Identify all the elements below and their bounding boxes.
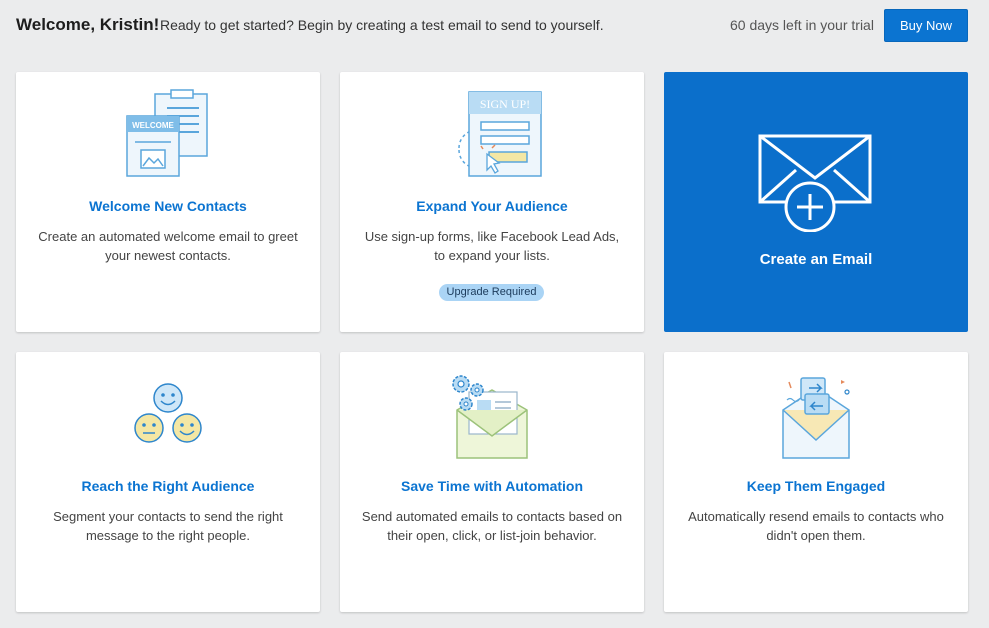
welcome-heading: Welcome, Kristin!	[16, 15, 160, 34]
card-save-time-with-automation[interactable]: Save Time with Automation Send automated…	[340, 352, 644, 612]
resend-envelope-icon	[664, 366, 968, 476]
card-reach-the-right-audience[interactable]: Reach the Right Audience Segment your co…	[16, 352, 320, 612]
card-description: Send automated emails to contacts based …	[361, 509, 623, 543]
card-title[interactable]: Keep Them Engaged	[664, 478, 968, 494]
card-title[interactable]: Reach the Right Audience	[16, 478, 320, 494]
card-title[interactable]: Save Time with Automation	[340, 478, 644, 494]
card-welcome-new-contacts[interactable]: WELCOME Welcome New Contacts Create an a…	[16, 72, 320, 332]
card-title[interactable]: Welcome New Contacts	[16, 198, 320, 214]
automation-gears-icon	[340, 366, 644, 476]
card-description: Automatically resend emails to contacts …	[688, 509, 944, 543]
trial-status: 60 days left in your trial	[730, 17, 874, 33]
card-title[interactable]: Expand Your Audience	[340, 198, 644, 214]
upgrade-required-badge: Upgrade Required	[439, 284, 544, 301]
card-description: Use sign-up forms, like Facebook Lead Ad…	[364, 229, 620, 263]
card-description: Create an automated welcome email to gre…	[38, 229, 298, 263]
svg-text:WELCOME: WELCOME	[132, 121, 174, 130]
card-create-an-email[interactable]: Create an Email	[664, 72, 968, 332]
welcome-subtitle: Ready to get started? Begin by creating …	[160, 17, 604, 33]
svg-text:SIGN UP!: SIGN UP!	[480, 97, 530, 111]
top-bar: Welcome, Kristin! Ready to get started? …	[0, 0, 989, 52]
card-description: Segment your contacts to send the right …	[53, 509, 283, 543]
buy-now-button[interactable]: Buy Now	[884, 9, 968, 42]
card-keep-them-engaged[interactable]: Keep Them Engaged Automatically resend e…	[664, 352, 968, 612]
card-expand-your-audience[interactable]: SIGN UP! Expand Your Audience Use sign-u…	[340, 72, 644, 332]
audience-faces-icon	[16, 366, 320, 476]
welcome-forms-icon: WELCOME	[16, 86, 320, 196]
envelope-plus-icon	[664, 132, 968, 242]
signup-form-icon: SIGN UP!	[340, 86, 644, 196]
card-title[interactable]: Create an Email	[664, 251, 968, 268]
